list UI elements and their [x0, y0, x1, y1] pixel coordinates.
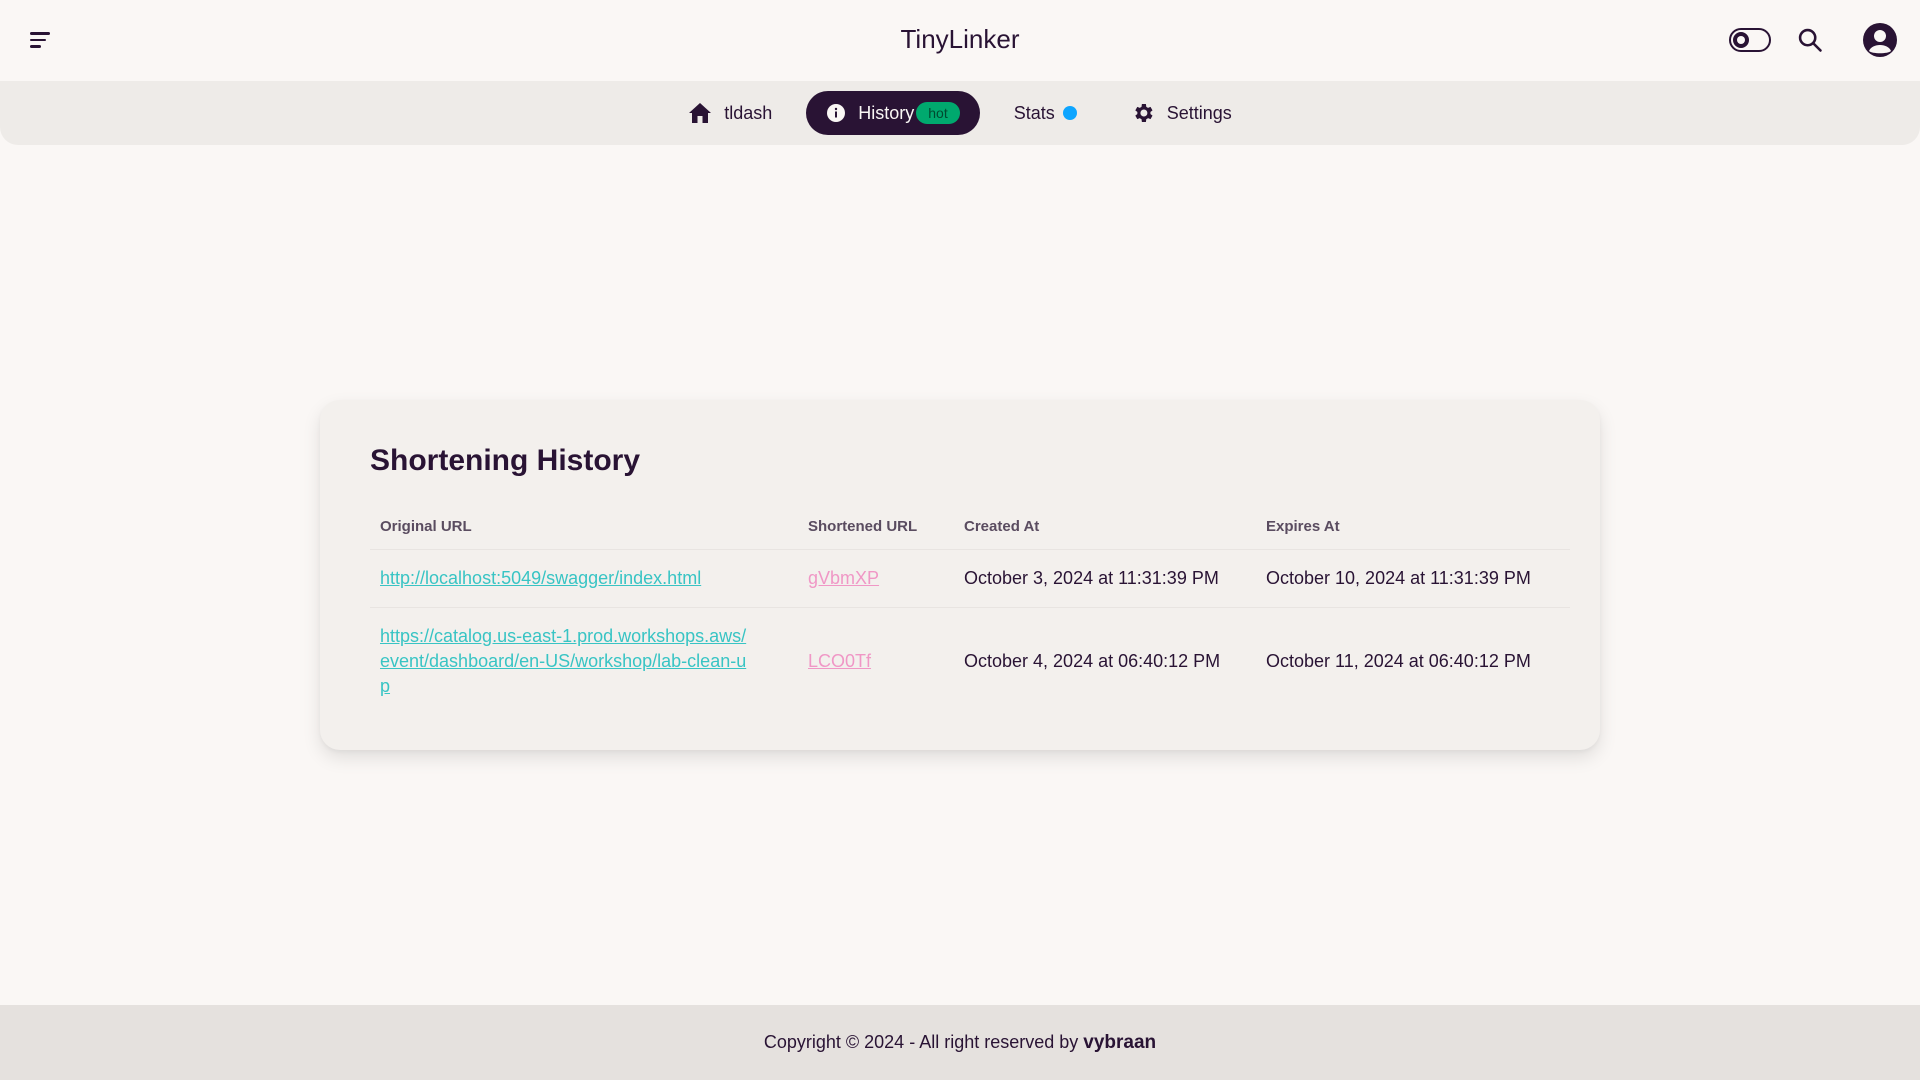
- created-at-cell: October 4, 2024 at 06:40:12 PM: [964, 651, 1221, 671]
- table-row: https://catalog.us-east-1.prod.workshops…: [370, 608, 1570, 716]
- top-header: TinyLinker: [0, 0, 1920, 80]
- original-url-link[interactable]: https://catalog.us-east-1.prod.workshops…: [380, 624, 750, 699]
- history-card: Shortening History Original URL Shortene…: [320, 400, 1600, 750]
- nav-item-history[interactable]: History hot: [806, 91, 980, 135]
- card-title: Shortening History: [370, 444, 641, 477]
- copyright-text: Copyright © 2024 - All right reserved by: [763, 1032, 1079, 1052]
- user-circle-icon[interactable]: [1862, 22, 1898, 58]
- expires-at-cell: October 10, 2024 at 11:31:39 PM: [1256, 549, 1570, 608]
- created-at-cell: October 3, 2024 at 11:31:39 PM: [954, 549, 1256, 608]
- search-icon[interactable]: [1796, 26, 1824, 54]
- column-header-original: Original URL: [370, 506, 798, 550]
- original-url-link[interactable]: http://localhost:5049/swagger/index.html: [380, 568, 701, 588]
- nav-label-tldash: tldash: [724, 102, 773, 123]
- table-row: http://localhost:5049/swagger/index.html…: [370, 549, 1570, 608]
- footer: Copyright © 2024 - All right reserved by…: [0, 1005, 1920, 1080]
- nav-item-tldash[interactable]: tldash: [668, 91, 792, 135]
- nav-label-settings: Settings: [1166, 102, 1232, 123]
- nav-item-settings[interactable]: Settings: [1111, 91, 1252, 135]
- menu-icon[interactable]: [22, 22, 58, 58]
- table-header-row: Original URL Shortened URL Created At Ex…: [370, 506, 1570, 550]
- gear-icon: [1135, 104, 1153, 122]
- app-title[interactable]: TinyLinker: [901, 24, 1020, 54]
- column-header-created: Created At: [954, 506, 1256, 550]
- footer-owner: vybraan: [1083, 1031, 1157, 1053]
- shortened-url-link[interactable]: gVbmXP: [808, 568, 879, 588]
- nav-label-history: History: [858, 102, 915, 123]
- status-dot-icon: [1062, 106, 1077, 120]
- nav-item-stats[interactable]: Stats: [994, 91, 1097, 135]
- hot-badge: hot: [916, 102, 960, 124]
- history-table: Original URL Shortened URL Created At Ex…: [370, 506, 1570, 715]
- shortened-url-link[interactable]: LCO0Tf: [808, 651, 871, 671]
- expires-at-cell: October 11, 2024 at 06:40:12 PM: [1266, 651, 1531, 671]
- theme-toggle-icon[interactable]: [1729, 28, 1771, 52]
- column-header-shortened: Shortened URL: [798, 506, 954, 550]
- main-nav: tldash History hot Stats Settings: [0, 81, 1920, 145]
- nav-label-stats: Stats: [1013, 102, 1055, 123]
- info-icon: [827, 104, 846, 122]
- home-icon: [689, 103, 712, 123]
- column-header-expires: Expires At: [1256, 506, 1570, 550]
